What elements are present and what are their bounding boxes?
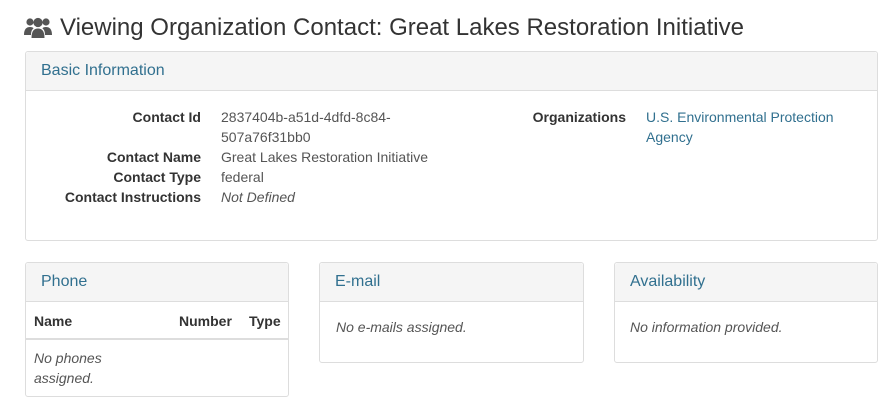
phone-table-divider — [26, 338, 288, 340]
availability-heading: Availability — [615, 263, 877, 302]
phone-heading: Phone — [26, 263, 288, 302]
basic-information-panel: Basic Information Contact Id 2837404b-a5… — [25, 51, 878, 241]
contact-id-value-line2: 507a76f31bb0 — [221, 129, 311, 145]
phone-column-number: Number — [179, 313, 232, 329]
email-empty-message: No e-mails assigned. — [336, 319, 467, 335]
basic-information-heading: Basic Information — [26, 52, 877, 91]
organization-link-line2[interactable]: Agency — [646, 129, 693, 145]
phone-column-type: Type — [249, 313, 281, 329]
contact-name-value: Great Lakes Restoration Initiative — [221, 149, 428, 165]
contact-id-value-line1: 2837404b-a51d-4dfd-8c84- — [221, 109, 391, 125]
phone-empty-line2: assigned. — [34, 370, 94, 386]
page-title: Viewing Organization Contact: Great Lake… — [24, 12, 744, 44]
contact-name-label: Contact Name — [106, 149, 201, 165]
contact-type-value: federal — [221, 169, 264, 185]
availability-empty-message: No information provided. — [630, 319, 783, 335]
organization-link-line1[interactable]: U.S. Environmental Protection — [646, 109, 834, 125]
phone-empty-line1: No phones — [34, 350, 102, 366]
availability-panel: Availability No information provided. — [614, 262, 878, 363]
contact-type-label: Contact Type — [113, 169, 201, 185]
users-icon — [24, 16, 52, 40]
contact-instructions-label: Contact Instructions — [64, 189, 201, 205]
contact-id-label: Contact Id — [132, 109, 201, 125]
email-panel: E-mail No e-mails assigned. — [319, 262, 584, 363]
phone-panel: Phone Name Number Type No phones assigne… — [25, 262, 289, 397]
organizations-label: Organizations — [532, 109, 626, 125]
page-title-text: Viewing Organization Contact: Great Lake… — [60, 14, 744, 41]
email-heading: E-mail — [320, 263, 583, 302]
contact-instructions-value: Not Defined — [221, 189, 295, 205]
phone-column-name: Name — [34, 313, 73, 329]
